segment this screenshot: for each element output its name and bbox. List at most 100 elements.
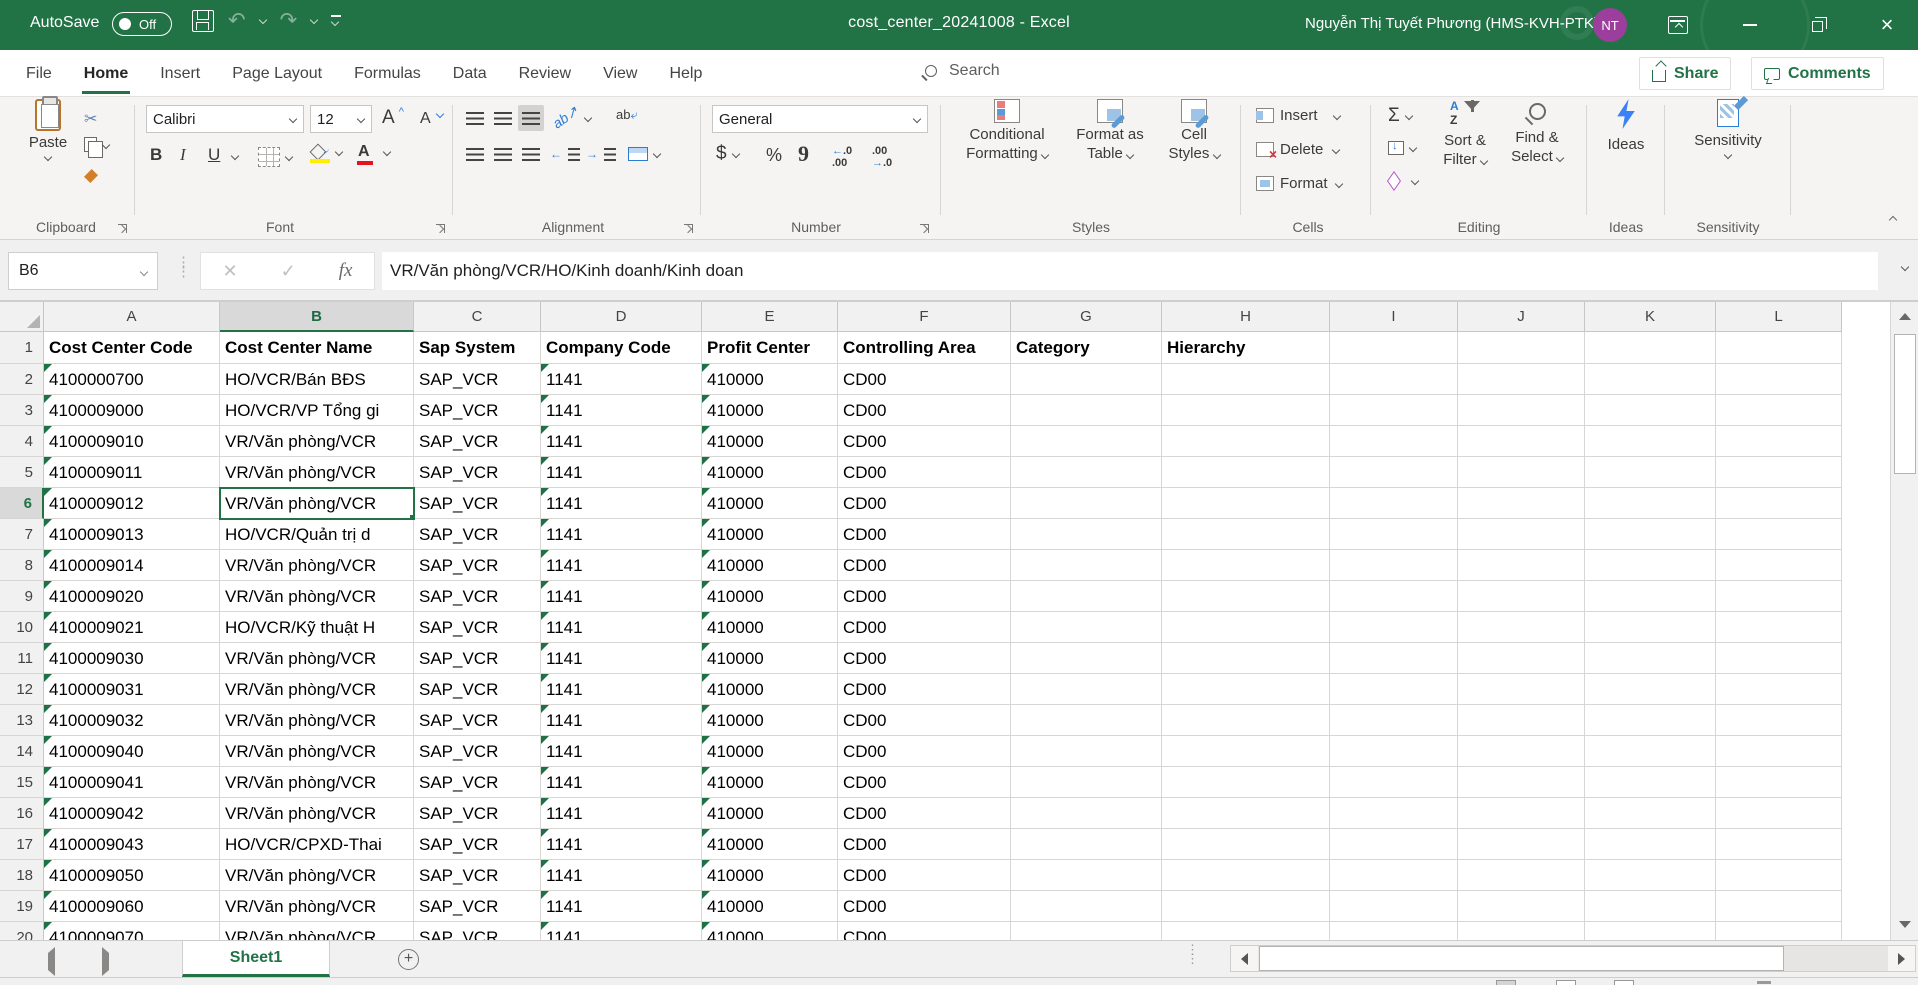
cell-E9[interactable]: 410000 [702,581,838,612]
cell-G18[interactable] [1011,860,1162,891]
cell-G12[interactable] [1011,674,1162,705]
cell-K1[interactable] [1585,332,1716,364]
page-break-view-button[interactable] [1614,980,1634,985]
cell-I8[interactable] [1330,550,1458,581]
cell-F13[interactable]: CD00 [838,705,1011,736]
row-header-8[interactable]: 8 [0,550,44,581]
alignment-dialog-launcher-icon[interactable] [684,224,693,233]
close-button[interactable]: × [1864,0,1910,50]
cell-K20[interactable] [1585,922,1716,940]
orientation-button[interactable]: ab↗ [552,109,591,126]
cell-H20[interactable] [1162,922,1330,940]
cell-B12[interactable]: VR/Văn phòng/VCR [220,674,414,705]
cell-C8[interactable]: SAP_VCR [414,550,541,581]
cell-A7[interactable]: 4100009013 [44,519,220,550]
cell-I13[interactable] [1330,705,1458,736]
cell-F6[interactable]: CD00 [838,488,1011,519]
row-header-6[interactable]: 6 [0,488,44,519]
column-header-d[interactable]: D [541,302,702,332]
cell-I19[interactable] [1330,891,1458,922]
row-header-15[interactable]: 15 [0,767,44,798]
cell-G11[interactable] [1011,643,1162,674]
row-header-13[interactable]: 13 [0,705,44,736]
cell-K4[interactable] [1585,426,1716,457]
row-header-17[interactable]: 17 [0,829,44,860]
cell-L15[interactable] [1716,767,1842,798]
cell-H10[interactable] [1162,612,1330,643]
cell-F3[interactable]: CD00 [838,395,1011,426]
cell-E5[interactable]: 410000 [702,457,838,488]
cell-J13[interactable] [1458,705,1585,736]
cell-H3[interactable] [1162,395,1330,426]
cell-C18[interactable]: SAP_VCR [414,860,541,891]
align-top-button[interactable] [462,105,488,131]
column-header-a[interactable]: A [44,302,220,332]
format-cells-button[interactable]: Format [1256,175,1342,192]
cell-E17[interactable]: 410000 [702,829,838,860]
cell-B14[interactable]: VR/Văn phòng/VCR [220,736,414,767]
cell-I7[interactable] [1330,519,1458,550]
cell-I2[interactable] [1330,364,1458,395]
increase-font-button[interactable]: A^ [382,107,404,129]
cell-I4[interactable] [1330,426,1458,457]
cell-J17[interactable] [1458,829,1585,860]
prev-sheet-icon[interactable] [48,953,55,971]
cell-H16[interactable] [1162,798,1330,829]
cell-L8[interactable] [1716,550,1842,581]
cell-L17[interactable] [1716,829,1842,860]
cell-A12[interactable]: 4100009031 [44,674,220,705]
cell-H17[interactable] [1162,829,1330,860]
cell-G8[interactable] [1011,550,1162,581]
cell-G3[interactable] [1011,395,1162,426]
cell-F10[interactable]: CD00 [838,612,1011,643]
cell-J11[interactable] [1458,643,1585,674]
row-header-14[interactable]: 14 [0,736,44,767]
cell-J15[interactable] [1458,767,1585,798]
cell-L18[interactable] [1716,860,1842,891]
column-header-g[interactable]: G [1011,302,1162,332]
insert-function-icon[interactable]: fx [339,260,353,282]
cell-D16[interactable]: 1141 [541,798,702,829]
cell-L6[interactable] [1716,488,1842,519]
cell-K2[interactable] [1585,364,1716,395]
cell-F12[interactable]: CD00 [838,674,1011,705]
cell-styles-button[interactable]: CellStyles [1154,99,1234,163]
cell-K8[interactable] [1585,550,1716,581]
cell-J4[interactable] [1458,426,1585,457]
cell-G20[interactable] [1011,922,1162,940]
tab-review[interactable]: Review [503,50,587,97]
bold-button[interactable]: B [150,145,162,165]
cell-J19[interactable] [1458,891,1585,922]
tab-data[interactable]: Data [437,50,503,97]
cell-J8[interactable] [1458,550,1585,581]
enter-icon[interactable]: ✓ [281,261,296,282]
cell-B17[interactable]: HO/VCR/CPXD-Thai [220,829,414,860]
cell-F2[interactable]: CD00 [838,364,1011,395]
cell-D9[interactable]: 1141 [541,581,702,612]
formula-input[interactable]: VR/Văn phòng/VCR/HO/Kinh doanh/Kinh doan [382,252,1878,290]
cell-H8[interactable] [1162,550,1330,581]
cell-B1[interactable]: Cost Center Name [220,332,414,364]
align-middle-button[interactable] [490,105,516,131]
cell-D15[interactable]: 1141 [541,767,702,798]
row-header-18[interactable]: 18 [0,860,44,891]
cell-J12[interactable] [1458,674,1585,705]
cell-A16[interactable]: 4100009042 [44,798,220,829]
cell-H1[interactable]: Hierarchy [1162,332,1330,364]
cell-H12[interactable] [1162,674,1330,705]
align-bottom-button[interactable] [518,105,544,131]
cell-E7[interactable]: 410000 [702,519,838,550]
number-format-combo[interactable]: General [712,105,928,133]
font-name-combo[interactable]: Calibri [146,105,304,133]
zoom-slider[interactable] [1757,981,1771,984]
cell-E15[interactable]: 410000 [702,767,838,798]
cell-J1[interactable] [1458,332,1585,364]
merge-center-button[interactable] [628,147,660,161]
cell-A18[interactable]: 4100009050 [44,860,220,891]
cell-F18[interactable]: CD00 [838,860,1011,891]
row-header-20[interactable]: 20 [0,922,44,940]
cell-J18[interactable] [1458,860,1585,891]
cell-J20[interactable] [1458,922,1585,940]
cell-A14[interactable]: 4100009040 [44,736,220,767]
tab-view[interactable]: View [587,50,653,97]
